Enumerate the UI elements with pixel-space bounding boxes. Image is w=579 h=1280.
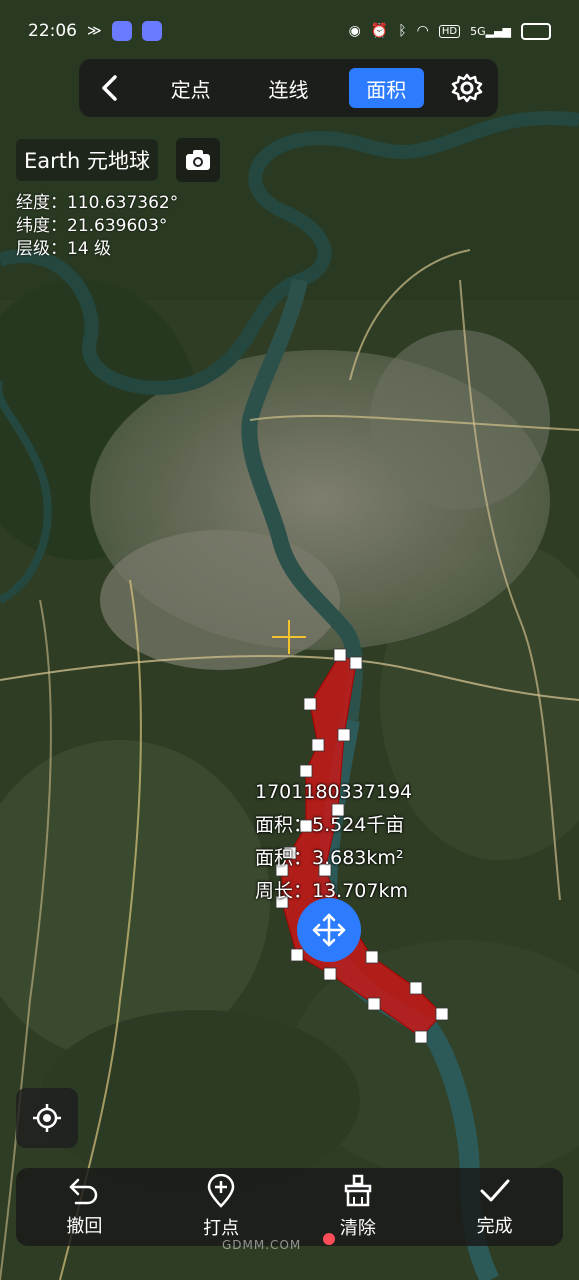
action-bar: 撤回 打点 清除 完成 bbox=[16, 1168, 563, 1246]
move-arrows-icon bbox=[312, 913, 346, 947]
coordinate-readout: 经度：110.637362° 纬度：21.639603° 层级：14 级 bbox=[16, 192, 178, 261]
map-pin-plus-icon bbox=[207, 1174, 235, 1208]
signal-icon: 5G▂▄▆ bbox=[470, 24, 511, 38]
move-polygon-handle[interactable] bbox=[297, 898, 361, 962]
undo-label: 撤回 bbox=[66, 1216, 103, 1237]
polygon-vertex-handle[interactable] bbox=[311, 738, 325, 752]
app-notification-icon bbox=[111, 21, 132, 41]
clear-label: 清除 bbox=[339, 1218, 376, 1239]
music-notification-icon bbox=[141, 21, 162, 41]
polygon-vertex-handle[interactable] bbox=[435, 1007, 449, 1021]
polygon-vertex-handle[interactable] bbox=[323, 967, 337, 981]
bluetooth-icon: ᛒ bbox=[398, 23, 407, 39]
status-time: 22:06 bbox=[28, 21, 77, 41]
area-mu-text: 面积：5.524千亩 bbox=[255, 814, 405, 836]
tab-line[interactable]: 连线 bbox=[251, 68, 326, 108]
zoom-level-text: 层级：14 级 bbox=[16, 239, 112, 259]
polygon-vertex-handle[interactable] bbox=[303, 697, 317, 711]
eye-icon: ◉ bbox=[348, 23, 361, 39]
status-right: ◉ ⏰ ᛒ ◠ HD 5G▂▄▆ bbox=[348, 22, 551, 40]
broom-icon bbox=[344, 1174, 372, 1207]
gear-icon bbox=[451, 73, 482, 103]
measure-toolbar: 定点 连线 面积 bbox=[79, 59, 498, 117]
hd-icon: HD bbox=[438, 24, 461, 38]
polygon-vertex-handle[interactable] bbox=[337, 728, 351, 742]
battery-icon bbox=[521, 22, 551, 40]
polygon-vertex-handle[interactable] bbox=[409, 981, 423, 995]
measurement-result: 1701180337194 面积：5.524千亩 面积：3.683km² 周长：… bbox=[255, 776, 412, 908]
polygon-vertex-handle[interactable] bbox=[367, 997, 381, 1011]
polygon-vertex-handle[interactable] bbox=[365, 950, 379, 964]
status-bar: 22:06 ≫ ◉ ⏰ ᛒ ◠ HD 5G▂▄▆ bbox=[0, 0, 579, 62]
tab-point[interactable]: 定点 bbox=[153, 68, 228, 108]
undo-button[interactable]: 撤回 bbox=[39, 1176, 129, 1238]
tab-area[interactable]: 面积 bbox=[348, 68, 424, 108]
add-point-label: 打点 bbox=[203, 1218, 240, 1239]
chevron-left-icon bbox=[102, 75, 118, 101]
wifi-icon: ◠ bbox=[416, 23, 429, 39]
locate-button[interactable] bbox=[16, 1088, 78, 1148]
title-row: Earth 元地球 bbox=[16, 138, 220, 182]
polygon-vertex-handle[interactable] bbox=[349, 656, 363, 670]
settings-button[interactable] bbox=[447, 68, 487, 108]
polygon-vertex-handle[interactable] bbox=[333, 648, 347, 662]
checkmark-icon bbox=[480, 1179, 510, 1202]
notification-icon: ≫ bbox=[87, 23, 102, 39]
app-title: Earth 元地球 bbox=[16, 139, 158, 181]
done-label: 完成 bbox=[476, 1216, 513, 1237]
measurement-id: 1701180337194 bbox=[255, 781, 413, 803]
target-location-icon bbox=[33, 1104, 61, 1132]
status-left: 22:06 ≫ bbox=[28, 21, 162, 41]
area-km-text: 面积：3.683km² bbox=[255, 847, 404, 869]
polygon-vertex-handle[interactable] bbox=[414, 1030, 428, 1044]
done-button[interactable]: 完成 bbox=[450, 1176, 540, 1238]
polygon-vertex-handle[interactable] bbox=[290, 948, 304, 962]
clear-button[interactable]: 清除 bbox=[313, 1174, 403, 1240]
camera-icon bbox=[186, 150, 210, 170]
latitude-text: 纬度：21.639603° bbox=[16, 216, 168, 236]
longitude-text: 经度：110.637362° bbox=[16, 193, 179, 213]
alarm-icon: ⏰ bbox=[370, 23, 389, 39]
add-point-button[interactable]: 打点 bbox=[176, 1174, 266, 1240]
undo-icon bbox=[70, 1178, 98, 1205]
screenshot-button[interactable] bbox=[176, 138, 220, 182]
record-indicator-dot bbox=[323, 1233, 335, 1245]
network-type-label: 5G bbox=[470, 24, 486, 38]
watermark-text: GDMM.COM bbox=[222, 1238, 302, 1252]
back-button[interactable] bbox=[90, 68, 130, 108]
